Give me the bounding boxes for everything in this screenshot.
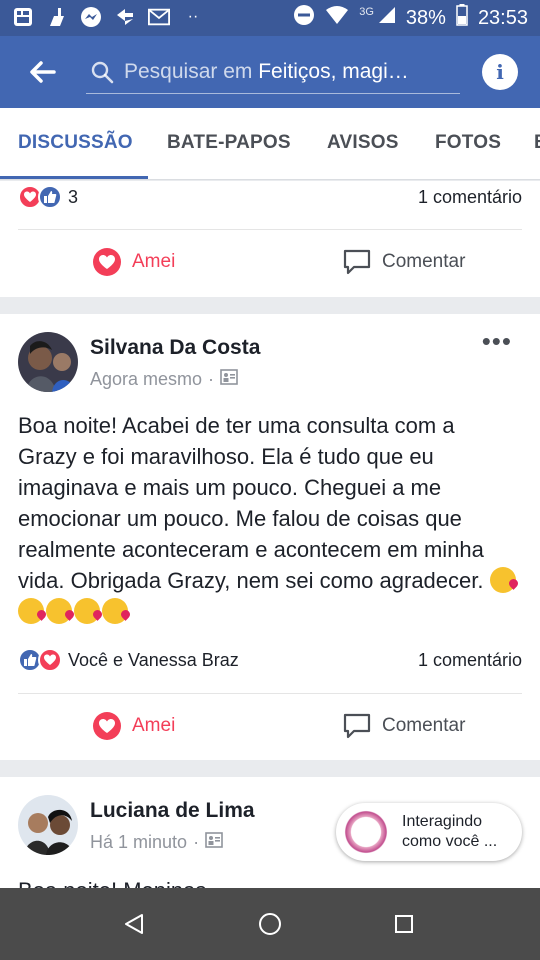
tab-bate-papos[interactable]: BATE-PAPOS bbox=[167, 132, 291, 154]
info-icon: i bbox=[496, 60, 504, 84]
heart-icon bbox=[93, 712, 121, 740]
active-tab-indicator bbox=[0, 176, 148, 179]
search-placeholder: Pesquisar em Feitiços, magi… bbox=[124, 59, 409, 83]
comment-button[interactable]: Comentar bbox=[342, 711, 465, 741]
kiss-emoji bbox=[18, 598, 44, 624]
search-group-name: Feitiços, magi… bbox=[258, 59, 409, 83]
search-icon bbox=[88, 58, 116, 86]
comment-button[interactable]: Comentar bbox=[342, 247, 465, 277]
post-text: Boa noite! Meninas bbox=[18, 875, 518, 888]
nav-back-icon bbox=[125, 914, 143, 934]
divider bbox=[18, 229, 522, 230]
system-nav-bar bbox=[0, 888, 540, 960]
nav-home-button[interactable] bbox=[256, 910, 284, 938]
tab-avisos[interactable]: AVISOS bbox=[327, 132, 399, 154]
love-button[interactable]: Amei bbox=[92, 247, 175, 277]
back-arrow-icon bbox=[30, 61, 56, 83]
chip-line-1: Interagindo bbox=[402, 813, 483, 830]
gmail-icon bbox=[148, 6, 170, 28]
sync-icon bbox=[114, 6, 136, 28]
more-notifications-icon: ·· bbox=[187, 8, 199, 25]
post-time[interactable]: Há 1 minuto bbox=[90, 832, 187, 853]
kiss-emoji bbox=[489, 567, 516, 593]
messenger-icon bbox=[80, 6, 102, 28]
love-button[interactable]: Amei bbox=[92, 711, 175, 741]
comment-icon bbox=[343, 249, 371, 275]
group-info-button[interactable]: i bbox=[482, 54, 518, 90]
group-header: Pesquisar em Feitiços, magi… i bbox=[0, 36, 540, 108]
gallery-icon bbox=[12, 6, 34, 28]
meta-dot: · bbox=[208, 369, 215, 389]
like-reaction-icon bbox=[38, 185, 62, 209]
tab-fotos[interactable]: FOTOS bbox=[435, 132, 501, 154]
chip-avatar bbox=[340, 806, 392, 858]
comment-count[interactable]: 1 comentário bbox=[418, 650, 522, 671]
post-author[interactable]: Silvana Da Costa bbox=[90, 336, 260, 360]
nav-home-icon bbox=[259, 913, 281, 935]
comment-label: Comentar bbox=[382, 715, 466, 736]
post-meta: Há 1 minuto · bbox=[90, 831, 223, 854]
reaction-count: 3 bbox=[68, 186, 79, 207]
post-body: Boa noite! Acabei de ter uma consulta co… bbox=[18, 413, 484, 593]
meta-dot: · bbox=[193, 832, 200, 852]
avatar[interactable] bbox=[18, 795, 78, 855]
status-bar: ·· 3G 38% 23:53 bbox=[0, 0, 540, 36]
post-text: Boa noite! Acabei de ter uma consulta co… bbox=[18, 410, 518, 627]
network-type: 3G bbox=[359, 6, 374, 18]
comment-count[interactable]: 1 comentário bbox=[418, 187, 522, 208]
cleaner-icon bbox=[46, 6, 68, 28]
back-button[interactable] bbox=[22, 54, 62, 90]
post-options-button[interactable]: ••• bbox=[482, 328, 512, 354]
battery-icon bbox=[456, 4, 468, 32]
wifi-icon bbox=[325, 5, 349, 31]
dnd-icon bbox=[293, 4, 315, 32]
tab-discussao[interactable]: DISCUSSÃO bbox=[18, 132, 133, 154]
nav-recents-icon bbox=[395, 915, 413, 933]
nav-recents-button[interactable] bbox=[390, 910, 418, 938]
comment-icon bbox=[343, 713, 371, 739]
reaction-summary[interactable]: 3 bbox=[18, 183, 78, 211]
prev-post-footer: 3 1 comentário Amei Comentar bbox=[0, 181, 540, 297]
post-meta: Agora mesmo · bbox=[90, 368, 238, 391]
tab-eventos[interactable]: E bbox=[534, 132, 540, 154]
battery-percent: 38% bbox=[405, 6, 446, 29]
post-time[interactable]: Agora mesmo bbox=[90, 369, 202, 390]
chat-suggestion-chip[interactable]: Interagindo como você ... bbox=[336, 803, 522, 861]
clock: 23:53 bbox=[477, 6, 528, 29]
avatar[interactable] bbox=[18, 332, 78, 392]
love-reaction-icon bbox=[38, 648, 62, 672]
group-privacy-icon bbox=[220, 368, 238, 391]
chip-line-2: como você ... bbox=[402, 833, 498, 850]
reaction-summary[interactable]: Você e Vanessa Braz bbox=[18, 646, 239, 674]
love-label: Amei bbox=[132, 251, 176, 272]
kiss-emoji bbox=[102, 598, 128, 624]
comment-label: Comentar bbox=[382, 251, 466, 272]
kiss-emoji bbox=[74, 598, 100, 624]
chip-text: Interagindo como você ... bbox=[402, 812, 497, 852]
signal-icon bbox=[378, 6, 396, 30]
group-search-input[interactable]: Pesquisar em Feitiços, magi… bbox=[86, 50, 460, 94]
group-tabs: DISCUSSÃO BATE-PAPOS AVISOS FOTOS E bbox=[0, 108, 540, 180]
reactors: Você e Vanessa Braz bbox=[68, 649, 239, 670]
post-author[interactable]: Luciana de Lima bbox=[90, 799, 255, 823]
nav-back-button[interactable] bbox=[120, 910, 148, 938]
post-card: Silvana Da Costa Agora mesmo · ••• Boa n… bbox=[0, 314, 540, 760]
heart-icon bbox=[93, 248, 121, 276]
kiss-emoji bbox=[46, 598, 72, 624]
love-label: Amei bbox=[132, 715, 176, 736]
group-privacy-icon bbox=[205, 831, 223, 854]
divider bbox=[18, 693, 522, 694]
